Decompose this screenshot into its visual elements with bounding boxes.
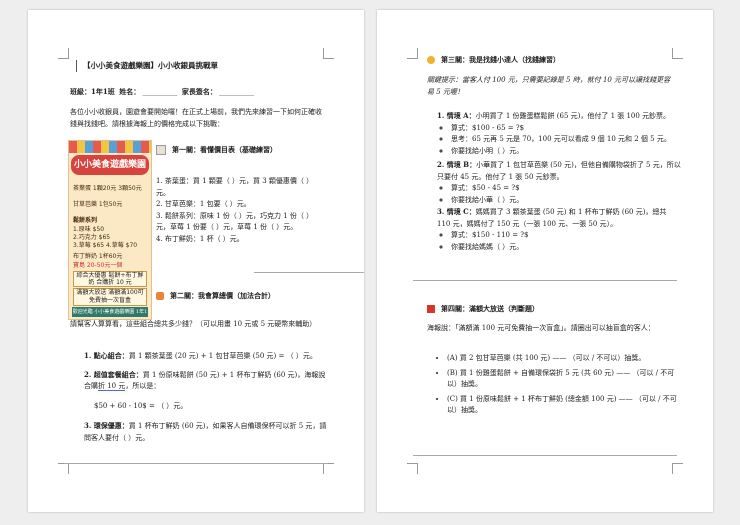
section4-subtitle: （判斷題） (504, 304, 539, 313)
poster-item: 茶葉蛋 1顆20元 3顆50元 (73, 185, 142, 192)
document-page-2: 第三關：我是找錢小達人（找錢練習） 關鍵提示：當客人付 100 元，只需要記錄是… (377, 10, 713, 512)
parent-field[interactable]: __________ (219, 88, 254, 96)
item-text: ，所以是： (125, 382, 161, 390)
poster-item: 鬆餅系列 (73, 217, 98, 224)
poster-item: 甘草芭樂 1包50元 (73, 201, 123, 208)
formula-line: $50 + 60 - 10$ = （ ）元。 (94, 401, 188, 410)
section2-subtitle: （加法合計） (233, 291, 275, 300)
item-label: 1. 情境 A： (437, 111, 476, 120)
section2-list: 1. 點心組合：買 1 顆茶葉蛋 (20 元) + 1 包甘草芭樂 (50 元)… (84, 350, 329, 444)
parent-label: 家長簽名： (181, 87, 217, 96)
section-divider (413, 280, 677, 281)
item-label: 2. 情境 B： (437, 160, 477, 169)
section2-heading: 第二關：我會算總價（加法合計） (156, 290, 326, 303)
list-item: 2. 情境 B：小華買了 1 包甘草芭樂 (50 元)，但他自備購物袋折了 5 … (437, 159, 682, 183)
section4-intro: 海報說：「滿額滿 100 元可免費抽一次盲盒」。請圈出可以抽盲盒的客人： (427, 324, 655, 332)
poster-footer: 歡迎光臨 小小美食遊戲樂園 1年1班 (72, 307, 148, 317)
list-item: 3. 情境 C：媽媽買了 3 顆茶葉蛋 (50 元) 和 1 杯布丁鮮奶 (60… (437, 206, 682, 230)
poster-combo: 綜合大優惠 鬆餅+布丁鮮奶 合購折 10 元 (73, 271, 147, 287)
list-item: (B) 買 1 份雞蛋鬆餅 + 自備環保袋折 5 元 (共 60 元) —— （… (447, 368, 682, 391)
margin-mark (58, 463, 69, 474)
list-item: 2. 超值套餐組合：買 1 份原味鬆餅 (50 元) + 1 杯布丁鮮奶 (60… (84, 369, 329, 393)
class-label: 班級：1年1班 (70, 87, 115, 96)
item-label: 2. 超值套餐組合： (84, 369, 143, 379)
name-label: 姓名： (119, 87, 141, 96)
poster-item: 3.草莓 $65 4.草莓 $70 (73, 242, 138, 249)
coin-icon (427, 56, 435, 64)
section4-title: 第四關：滿額大放送 (441, 304, 504, 313)
item-highlight: 折 10 元 (98, 382, 126, 391)
formula: 算式：$50 - 45 = ?$ (451, 183, 682, 195)
section3-subtitle: （找錢練習） (518, 55, 560, 64)
answer-blank: 你要找給小明（ ）元。 (451, 146, 682, 158)
list-item: (A) 買 2 包甘草芭樂 (共 100 元) —— （可以 / 不可以）抽獎。 (447, 353, 682, 365)
list-item: 3. 環保優惠：買 1 杯布丁鮮奶 (60 元)，如果客人自備環保杯可以折 5 … (84, 420, 329, 444)
answer-blank: 你要找給小華（ ）元。 (451, 195, 682, 207)
gift-icon (427, 305, 435, 313)
section2-title: 第二關：我會算總價 (170, 291, 233, 300)
poster-item: 寶島 20-50元一個 (73, 262, 123, 269)
document-title: 【小小美食遊戲樂園】小小收銀員挑戰單 (76, 60, 218, 72)
section3-list: 1. 情境 A：小明買了 1 份雞蛋糕鬆餅 (65 元)，他付了 1 張 100… (437, 110, 682, 253)
item-label: 3. 環保優惠： (84, 421, 129, 430)
section3-heading: 第三關：我是找錢小達人（找錢練習） (427, 54, 687, 67)
poster-bonus: 滿額大放送 滿額滿100可免費抽一次盲盒 (73, 288, 147, 306)
list-item: (C) 買 1 份原味鬆餅 + 1 杯布丁鮮奶 (總金額 100 元) —— （… (447, 394, 682, 417)
item-text: 買 1 顆茶葉蛋 (20 元) + 1 包甘草芭樂 (50 元) = （ ）元。 (128, 352, 317, 360)
poster-item: 布丁鮮奶 1杯60元 (73, 253, 123, 260)
formula: 算式：$150 - 110 = ?$ (451, 230, 682, 242)
margin-mark (323, 463, 334, 474)
section4-list: (A) 買 2 包甘草芭樂 (共 100 元) —— （可以 / 不可以）抽獎。… (447, 353, 682, 417)
section-divider (254, 272, 364, 273)
item-text: 小明買了 1 份雞蛋糕鬆餅 (65 元)，他付了 1 張 100 元鈔票。 (475, 112, 671, 120)
list-item: 4. 布丁鮮奶：1 杯（ ）元。 (156, 234, 244, 243)
section-divider (64, 463, 328, 464)
section1-title: 第一關：看懂價目表 (172, 145, 235, 154)
poster-title: 小小美食遊戲樂園 (71, 155, 149, 175)
list-item: 3. 鬆餅系列：原味 1 份（ ）元，巧克力 1 份（ ）元，草莓 1 份要（ … (156, 211, 314, 232)
ferris-wheel-icon (156, 292, 164, 300)
margin-mark (323, 48, 334, 59)
poster-image: 小小美食遊戲樂園 茶葉蛋 1顆20元 3顆50元 甘草芭樂 1包50元 鬆餅系列… (68, 140, 152, 320)
section3-hint: 關鍵提示：當客人付 100 元，只需要記錄是 5 時，就付 10 元可以讓找錢更… (427, 76, 671, 96)
margin-mark (58, 48, 69, 59)
list-item: 1. 茶葉蛋：買 1 顆要（ ）元，買 3 顆優惠價（ ）元。 (156, 177, 314, 197)
section4-heading: 第四關：滿額大放送（判斷題） (427, 303, 687, 316)
section3-title: 第三關：我是找錢小達人 (441, 55, 518, 64)
intro-paragraph: 各位小小收銀員，園遊會要開始囉！在正式上場前，我們先來練習一下如何正確收錢與找錢… (70, 108, 322, 128)
section1-heading: 第一關：看懂價目表（基礎練習） (156, 144, 326, 157)
clipboard-icon (156, 145, 166, 155)
formula: 算式：$100 - 65 = ?$ (451, 123, 682, 135)
section1-list: 1. 茶葉蛋：買 1 顆要（ ）元，買 3 顆優惠價（ ）元。 2. 甘草芭樂：… (156, 176, 326, 245)
name-field[interactable]: __________ (142, 88, 177, 96)
list-item: 1. 點心組合：買 1 顆茶葉蛋 (20 元) + 1 包甘草芭樂 (50 元)… (84, 350, 329, 363)
bunting-decoration (69, 141, 151, 153)
margin-mark (407, 463, 418, 474)
section1-subtitle: （基礎練習） (235, 145, 277, 154)
section2-intro: 請幫客人算算看，這些組合總共多少錢？（可以用畫 10 元或 5 元硬幣來輔助） (70, 320, 317, 328)
document-page-1: 【小小美食遊戲樂園】小小收銀員挑戰單 班級：1年1班 姓名： _________… (28, 10, 364, 512)
answer-blank: 你要找給媽媽（ ）元。 (451, 242, 682, 254)
list-item: 1. 情境 A：小明買了 1 份雞蛋糕鬆餅 (65 元)，他付了 1 張 100… (437, 110, 682, 123)
think-hint: 思考：65 元再 5 元是 70，100 元可以看成 9 個 10 元和 2 個… (451, 134, 682, 146)
margin-mark (407, 48, 418, 59)
item-label: 1. 點心組合： (84, 351, 129, 360)
list-item: 2. 甘草芭樂：1 包要（ ）元。 (156, 200, 251, 208)
page-bottom-line (413, 455, 677, 456)
margin-mark (672, 463, 683, 474)
header-fields: 班級：1年1班 姓名： __________ 家長簽名： __________ (70, 86, 330, 99)
item-label: 3. 情境 C： (437, 207, 476, 216)
